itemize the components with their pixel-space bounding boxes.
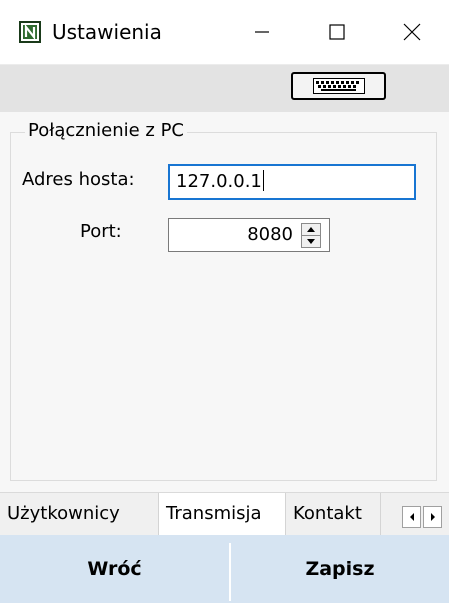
close-icon [403,23,420,41]
tab-users[interactable]: Użytkownicy [0,493,159,535]
port-label: Port: [80,221,122,242]
title-bar: Ustawienia [0,0,449,64]
minimize-button[interactable] [224,0,299,64]
tab-contact[interactable]: Kontakt [286,493,381,535]
action-bar: Wróć Zapisz [0,535,449,603]
text-caret [262,170,264,191]
tab-contact-label: Kontakt [293,503,362,524]
save-button[interactable]: Zapisz [231,535,449,603]
keyboard-icon [312,78,365,94]
host-input[interactable]: 127.0.0.1 [168,164,416,200]
app-logo-icon [19,21,41,43]
spin-up-icon [307,227,315,232]
group-legend: Połącznienie z PC [25,119,187,143]
close-button[interactable] [374,0,449,64]
port-value: 8080 [247,224,293,245]
spin-down-icon [307,239,315,244]
tab-scroll-left-button[interactable] [402,506,421,528]
window-title: Ustawienia [52,20,162,44]
tab-transmission-label: Transmisja [166,503,262,524]
host-label: Adres hosta: [22,169,135,190]
tab-scroll-right-button[interactable] [423,506,442,528]
port-spin-buttons[interactable] [301,223,321,248]
back-button[interactable]: Wróć [0,535,229,603]
keyboard-button[interactable] [291,72,386,100]
back-button-label: Wróć [87,558,142,580]
chevron-right-icon [430,513,435,521]
tab-strip: Użytkownicy Transmisja Kontakt [0,492,449,536]
maximize-icon [328,24,345,40]
toolbar [0,64,449,112]
host-value: 127.0.0.1 [176,171,262,192]
port-stepper[interactable]: 8080 [168,218,330,252]
save-button-label: Zapisz [305,558,375,580]
minimize-icon [254,31,269,33]
chevron-left-icon [409,513,414,521]
tab-panel: Połącznienie z PC Adres hosta: 127.0.0.1… [0,112,449,492]
tab-users-label: Użytkownicy [7,503,120,524]
tab-transmission[interactable]: Transmisja [159,493,286,535]
maximize-button[interactable] [299,0,374,64]
